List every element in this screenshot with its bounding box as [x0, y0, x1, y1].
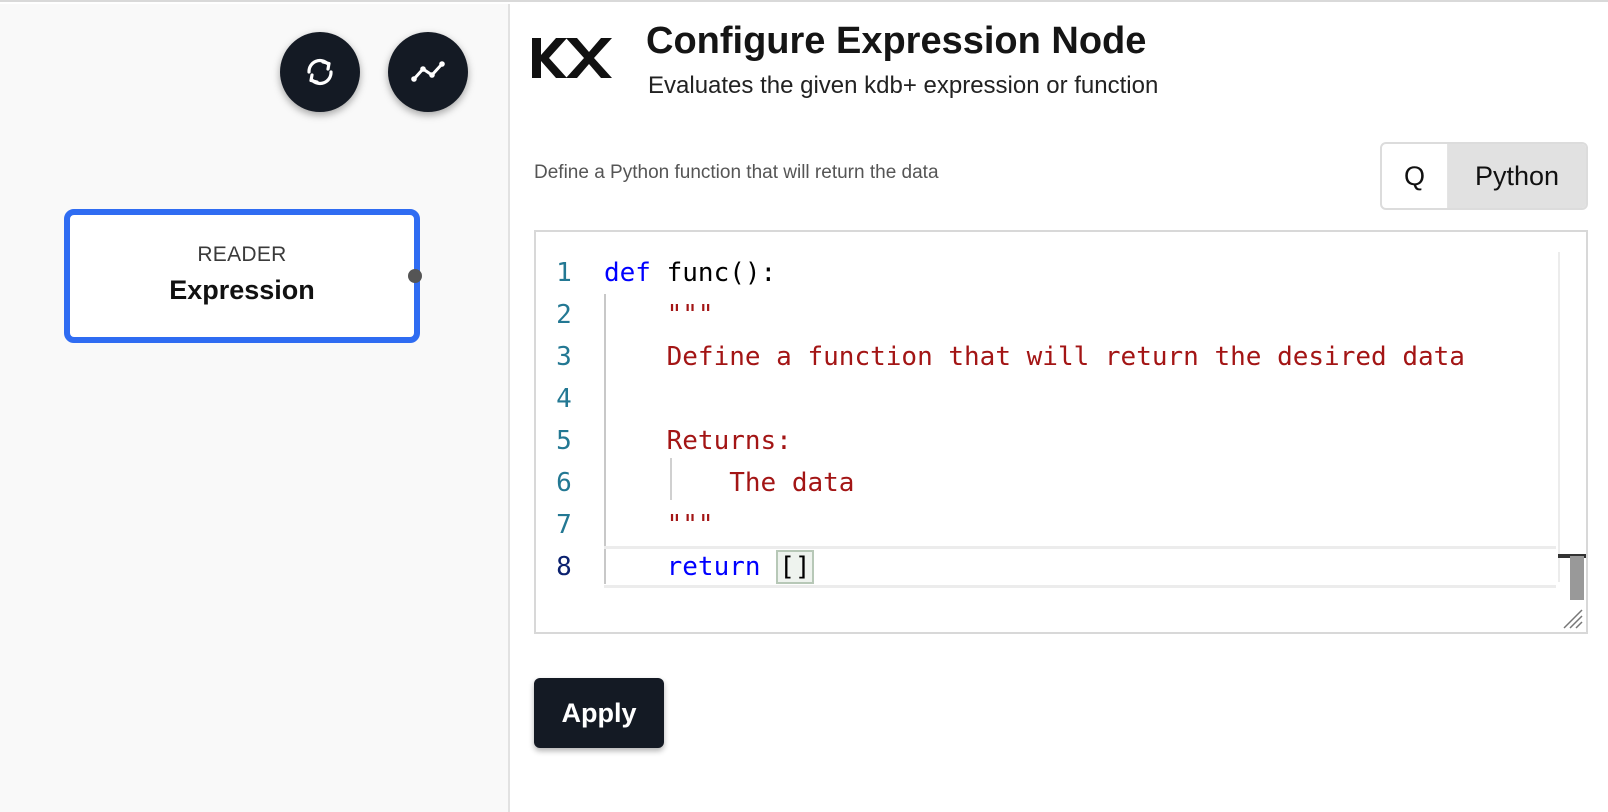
- line-chart-icon: [411, 61, 445, 82]
- line-number: 4: [556, 384, 572, 414]
- code-line-current: return []: [604, 546, 1556, 588]
- expression-node[interactable]: READER Expression: [64, 209, 420, 343]
- code-string: The data: [604, 468, 855, 498]
- language-option-q[interactable]: Q: [1382, 144, 1448, 208]
- code-line: The data: [604, 462, 1556, 504]
- matched-bracket: []: [776, 550, 814, 584]
- code-string: Define a function that will return the d…: [604, 342, 1465, 372]
- resize-handle-icon[interactable]: [1560, 606, 1584, 630]
- scrollbar-thumb[interactable]: [1570, 556, 1584, 600]
- line-number: 7: [556, 510, 572, 540]
- node-output-port[interactable]: [408, 269, 422, 283]
- line-number-gutter: 1 2 3 4 5 6 7 8: [536, 252, 592, 588]
- config-panel: Configure Expression Node Evaluates the …: [512, 4, 1608, 812]
- code-text: func():: [650, 258, 777, 288]
- line-number: 3: [556, 342, 572, 372]
- page-subtitle: Evaluates the given kdb+ expression or f…: [648, 72, 1159, 99]
- code-line: Define a function that will return the d…: [604, 336, 1556, 378]
- code-string: """: [604, 300, 714, 330]
- pipeline-canvas[interactable]: READER Expression: [0, 4, 510, 812]
- code-line: Returns:: [604, 420, 1556, 462]
- code-string: Returns:: [604, 426, 792, 456]
- node-name-label: Expression: [169, 275, 315, 305]
- language-option-python[interactable]: Python: [1448, 144, 1586, 208]
- line-number: 6: [556, 468, 572, 498]
- visualize-button[interactable]: [388, 32, 468, 112]
- refresh-button[interactable]: [280, 32, 360, 112]
- line-number: 2: [556, 300, 572, 330]
- editor-helper-text: Define a Python function that will retur…: [534, 162, 939, 183]
- code-editor[interactable]: 1 2 3 4 5 6 7 8 def func(): """ Define a…: [534, 230, 1588, 634]
- code-content[interactable]: def func(): """ Define a function that w…: [604, 252, 1556, 588]
- code-line: """: [604, 294, 1556, 336]
- node-type-label: READER: [197, 243, 287, 266]
- code-line: def func():: [604, 252, 1556, 294]
- refresh-icon: [307, 58, 333, 86]
- code-line: """: [604, 504, 1556, 546]
- apply-button[interactable]: Apply: [534, 678, 664, 748]
- code-string: """: [604, 510, 714, 540]
- line-number: 1: [556, 258, 572, 288]
- kx-logo: [532, 38, 612, 78]
- code-keyword: return: [666, 552, 761, 582]
- editor-scrollbar[interactable]: [1558, 252, 1586, 600]
- code-keyword: def: [604, 258, 651, 288]
- line-number-active: 8: [556, 552, 572, 582]
- language-toggle: Q Python: [1380, 142, 1588, 210]
- line-number: 5: [556, 426, 572, 456]
- page-title: Configure Expression Node: [646, 20, 1147, 62]
